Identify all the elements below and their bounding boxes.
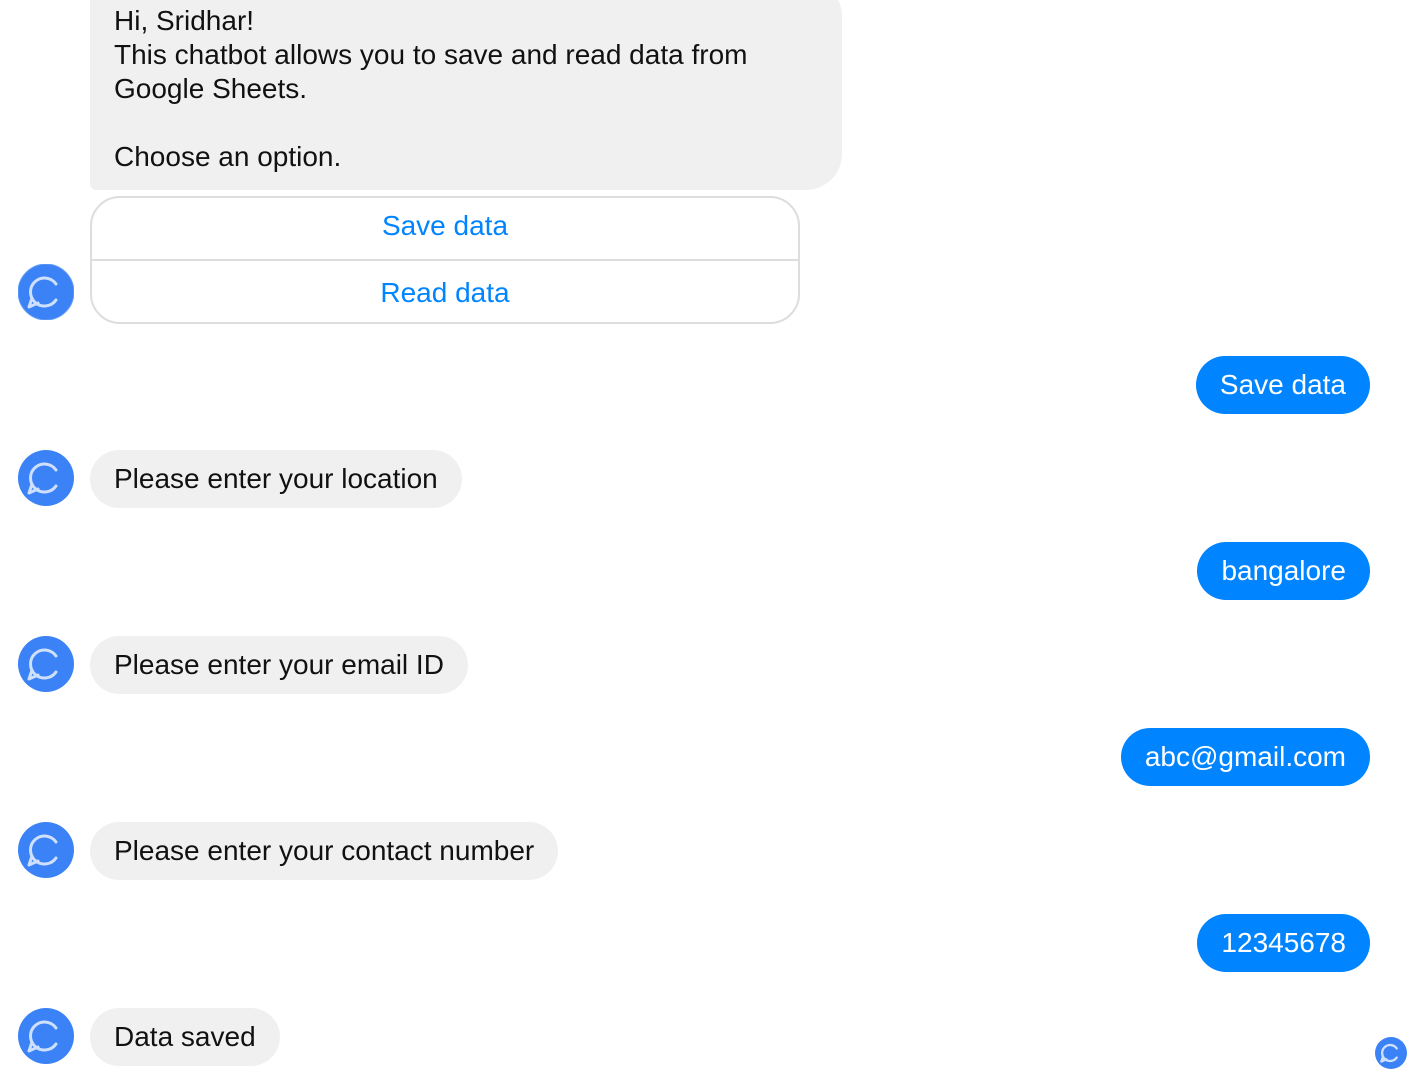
chat-bubble-icon <box>18 636 74 692</box>
quick-reply-options: Save data Read data <box>90 196 800 324</box>
chat-bubble-icon <box>1375 1037 1407 1073</box>
bot-avatar <box>18 264 74 320</box>
user-message: abc@gmail.com <box>1120 728 1370 786</box>
save-data-button[interactable]: Save data <box>92 198 798 259</box>
intro-line <box>114 106 818 140</box>
user-message: bangalore <box>1197 542 1370 600</box>
chat-bubble-icon <box>18 822 74 878</box>
intro-line: This chatbot allows you to save and read… <box>114 39 748 70</box>
intro-line: Choose an option. <box>114 141 342 172</box>
chat-bubble-icon <box>18 450 74 506</box>
intro-line: Hi, Sridhar! <box>114 5 255 36</box>
bot-avatar <box>18 822 74 878</box>
read-data-button[interactable]: Read data <box>92 259 798 322</box>
chat-bubble-icon <box>18 264 74 320</box>
user-message: Save data <box>1195 356 1370 414</box>
bot-avatar <box>18 1008 74 1064</box>
chat-thread: Hi, Sridhar! This chatbot allows you to … <box>0 0 1428 1088</box>
bot-message: Please enter your email ID <box>90 636 468 694</box>
user-message: 12345678 <box>1197 914 1370 972</box>
bot-avatar <box>18 450 74 506</box>
bot-avatar <box>18 636 74 692</box>
read-receipt-avatar <box>1375 1037 1407 1069</box>
bot-intro-message: Hi, Sridhar! This chatbot allows you to … <box>90 0 842 190</box>
bot-message: Data saved <box>90 1008 280 1066</box>
bot-message: Please enter your contact number <box>90 822 559 880</box>
chat-bubble-icon <box>18 1008 74 1064</box>
intro-line: Google Sheets. <box>114 73 308 104</box>
bot-message: Please enter your location <box>90 450 462 508</box>
